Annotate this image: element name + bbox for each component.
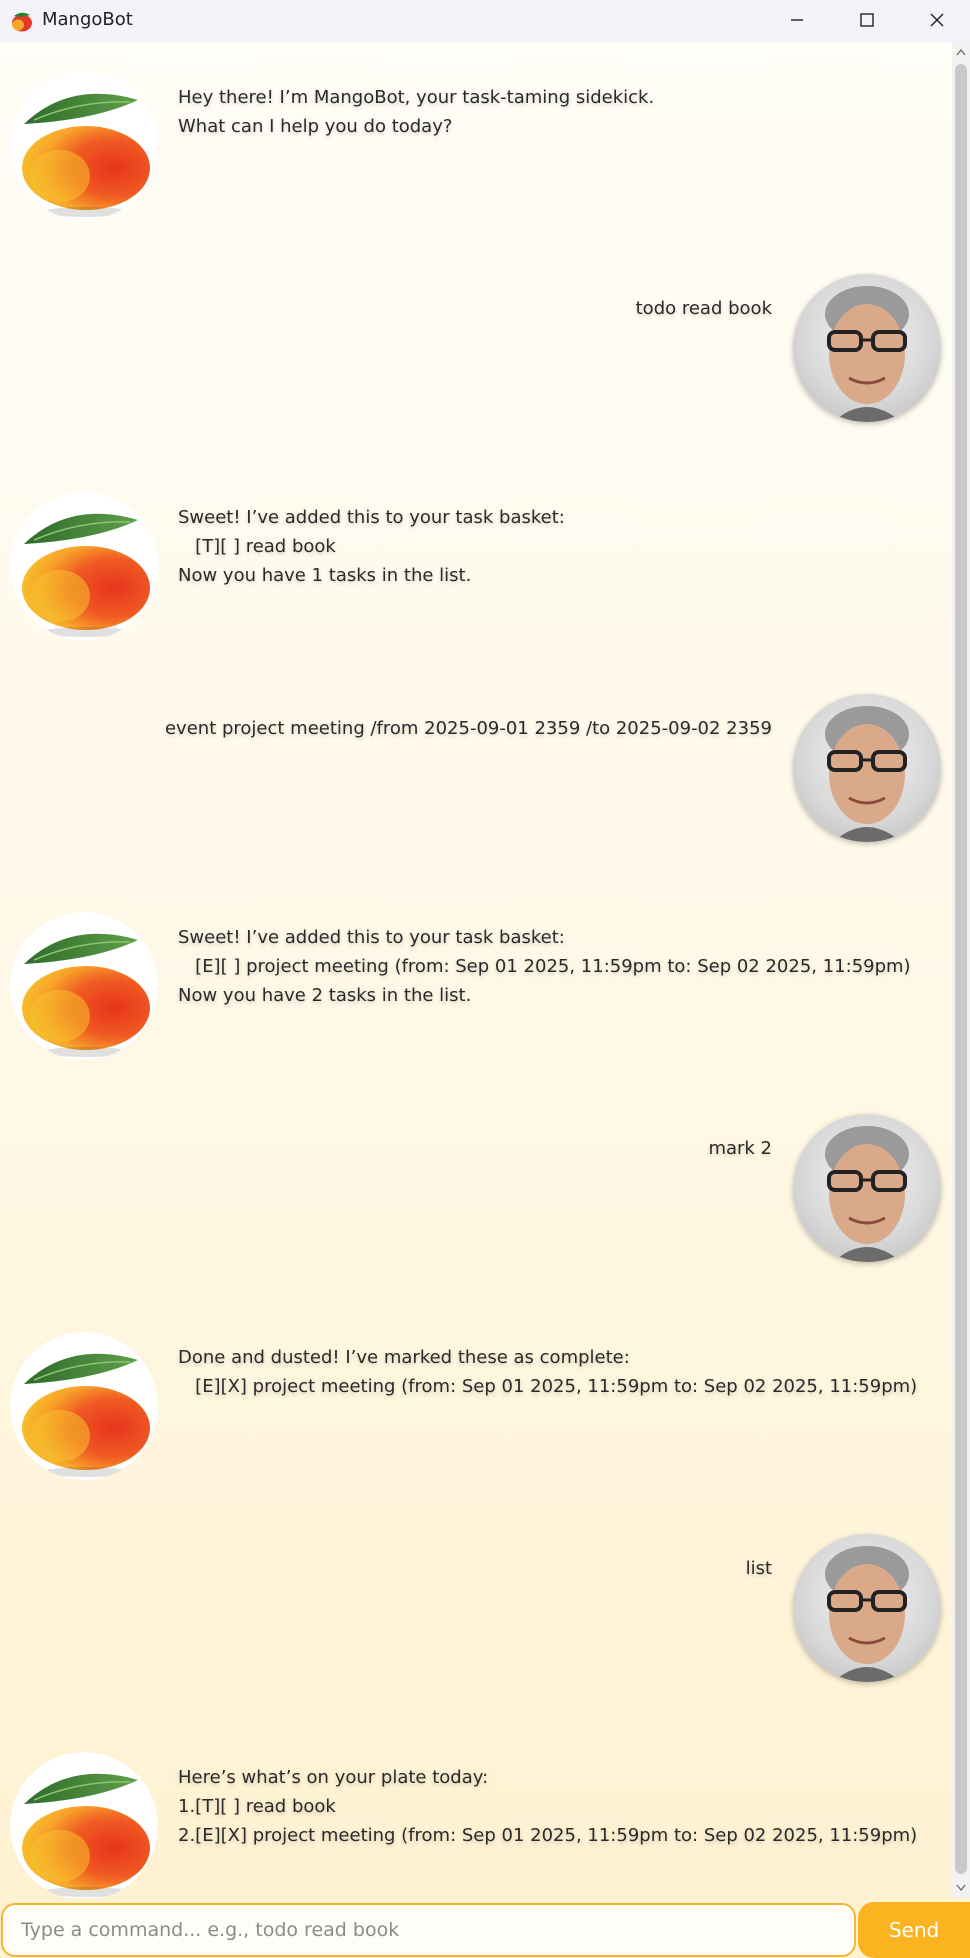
message-line: Now you have 1 tasks in the list. <box>178 565 472 586</box>
maximize-button[interactable] <box>832 0 902 40</box>
bot-message: Sweet! I’ve added this to your task bask… <box>178 503 565 590</box>
window-title: MangoBot <box>42 9 133 30</box>
chevron-up-icon <box>956 48 966 56</box>
message-line: todo read book <box>635 298 772 319</box>
close-button[interactable] <box>902 0 970 40</box>
scroll-thumb[interactable] <box>955 64 967 1874</box>
mango-avatar <box>10 1752 158 1898</box>
mango-avatar <box>10 912 158 1060</box>
minimize-button[interactable] <box>762 0 832 40</box>
message-line: 2.[E][X] project meeting (from: Sep 01 2… <box>178 1825 918 1846</box>
message-line: 1.[T][ ] read book <box>178 1796 336 1817</box>
command-input[interactable] <box>1 1903 856 1957</box>
mango-app-icon <box>12 12 32 32</box>
scroll-down-button[interactable] <box>952 1878 970 1898</box>
chat-area[interactable]: Hey there! I’m MangoBot, your task-tamin… <box>0 42 952 1898</box>
chevron-down-icon <box>956 1884 966 1892</box>
scroll-up-button[interactable] <box>952 42 970 62</box>
maximize-icon <box>860 13 874 27</box>
user-avatar <box>793 1534 941 1682</box>
user-message: todo read book <box>636 294 772 323</box>
message-line: Sweet! I’ve added this to your task bask… <box>178 507 565 528</box>
message-line: [E][X] project meeting (from: Sep 01 202… <box>178 1376 918 1397</box>
message-line: mark 2 <box>708 1138 772 1159</box>
message-line: [E][ ] project meeting (from: Sep 01 202… <box>178 956 911 977</box>
message-line: list <box>745 1558 772 1579</box>
message-line: [T][ ] read book <box>178 536 336 557</box>
message-line: Done and dusted! I’ve marked these as co… <box>178 1347 630 1368</box>
message-line: Sweet! I’ve added this to your task bask… <box>178 927 565 948</box>
mango-avatar <box>10 72 158 220</box>
bot-message: Hey there! I’m MangoBot, your task-tamin… <box>178 83 654 141</box>
mango-avatar <box>10 492 158 640</box>
user-avatar <box>793 274 941 422</box>
bot-message: Done and dusted! I’ve marked these as co… <box>178 1343 917 1401</box>
message-line: event project meeting /from 2025-09-01 2… <box>164 718 772 739</box>
message-line: Hey there! I’m MangoBot, your task-tamin… <box>178 87 655 108</box>
message-line: Now you have 2 tasks in the list. <box>178 985 472 1006</box>
scrollbar[interactable] <box>952 42 970 1898</box>
user-avatar <box>793 1114 941 1262</box>
title-bar: MangoBot <box>0 0 970 42</box>
close-icon <box>930 13 944 27</box>
message-line: Here’s what’s on your plate today: <box>178 1767 489 1788</box>
send-button[interactable]: Send <box>858 1902 970 1958</box>
user-avatar <box>793 694 941 842</box>
mango-avatar <box>10 1332 158 1480</box>
bot-message: Sweet! I’ve added this to your task bask… <box>178 923 911 1010</box>
input-bar: Send <box>0 1898 970 1958</box>
user-message: event project meeting /from 2025-09-01 2… <box>165 714 772 743</box>
message-line: What can I help you do today? <box>178 116 453 137</box>
minimize-icon <box>791 19 803 21</box>
user-message: mark 2 <box>708 1134 772 1163</box>
user-message: list <box>746 1554 772 1583</box>
bot-message: Here’s what’s on your plate today: 1.[T][… <box>178 1763 917 1850</box>
